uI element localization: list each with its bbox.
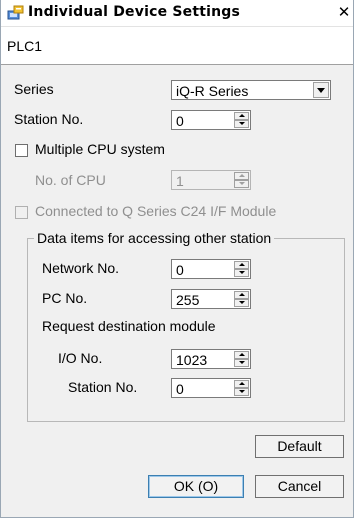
chevron-down-icon[interactable]	[313, 82, 329, 98]
pc-value: 255	[176, 292, 200, 308]
spin-down-icon[interactable]	[234, 299, 249, 307]
ok-button[interactable]: OK (O)	[148, 475, 244, 498]
series-label: Series	[14, 81, 54, 97]
default-button[interactable]: Default	[255, 435, 344, 458]
device-settings-icon	[7, 5, 24, 20]
cancel-button[interactable]: Cancel	[255, 475, 344, 498]
spin-down-icon[interactable]	[234, 180, 249, 188]
dialog-window: Individual Device Settings ✕ PLC1 Series…	[0, 0, 354, 518]
series-value: iQ-R Series	[176, 83, 249, 99]
station-value: 0	[176, 113, 184, 129]
spin-up-icon[interactable]	[234, 261, 249, 269]
pc-stepper[interactable]: 255	[171, 289, 251, 309]
c24-checkbox[interactable]	[15, 206, 28, 219]
multi-cpu-label: Multiple CPU system	[35, 141, 165, 157]
series-select[interactable]: iQ-R Series	[171, 80, 331, 100]
spin-up-icon[interactable]	[234, 291, 249, 299]
station-label: Station No.	[14, 111, 84, 127]
spin-up-icon[interactable]	[234, 172, 249, 180]
close-icon[interactable]: ✕	[335, 3, 353, 21]
io-label: I/O No.	[58, 350, 103, 366]
request-label: Request destination module	[42, 318, 216, 334]
spin-up-icon[interactable]	[234, 112, 249, 120]
dest-station-label: Station No.	[68, 379, 138, 395]
device-header: PLC1	[1, 27, 353, 65]
spin-down-icon[interactable]	[234, 120, 249, 128]
group-title: Data items for accessing other station	[34, 230, 275, 246]
io-stepper[interactable]: 1023	[171, 349, 251, 369]
pc-label: PC No.	[42, 290, 88, 306]
cpu-count-value: 1	[176, 173, 184, 189]
station-stepper[interactable]: 0	[171, 110, 251, 130]
dest-station-value: 0	[176, 381, 184, 397]
network-stepper[interactable]: 0	[171, 259, 251, 279]
multi-cpu-checkbox[interactable]	[15, 144, 28, 157]
cpu-count-label: No. of CPU	[35, 172, 106, 188]
spin-down-icon[interactable]	[234, 269, 249, 277]
c24-label: Connected to Q Series C24 I/F Module	[35, 203, 277, 219]
dest-station-stepper[interactable]: 0	[171, 378, 251, 398]
network-value: 0	[176, 262, 184, 278]
window-title: Individual Device Settings	[28, 4, 241, 20]
spin-down-icon[interactable]	[234, 359, 249, 367]
spin-down-icon[interactable]	[234, 388, 249, 396]
cpu-count-stepper[interactable]: 1	[171, 170, 251, 190]
title-bar: Individual Device Settings ✕	[1, 0, 353, 27]
io-value: 1023	[176, 352, 208, 368]
network-label: Network No.	[42, 260, 120, 276]
spin-up-icon[interactable]	[234, 351, 249, 359]
device-name: PLC1	[7, 38, 43, 54]
spin-up-icon[interactable]	[234, 380, 249, 388]
